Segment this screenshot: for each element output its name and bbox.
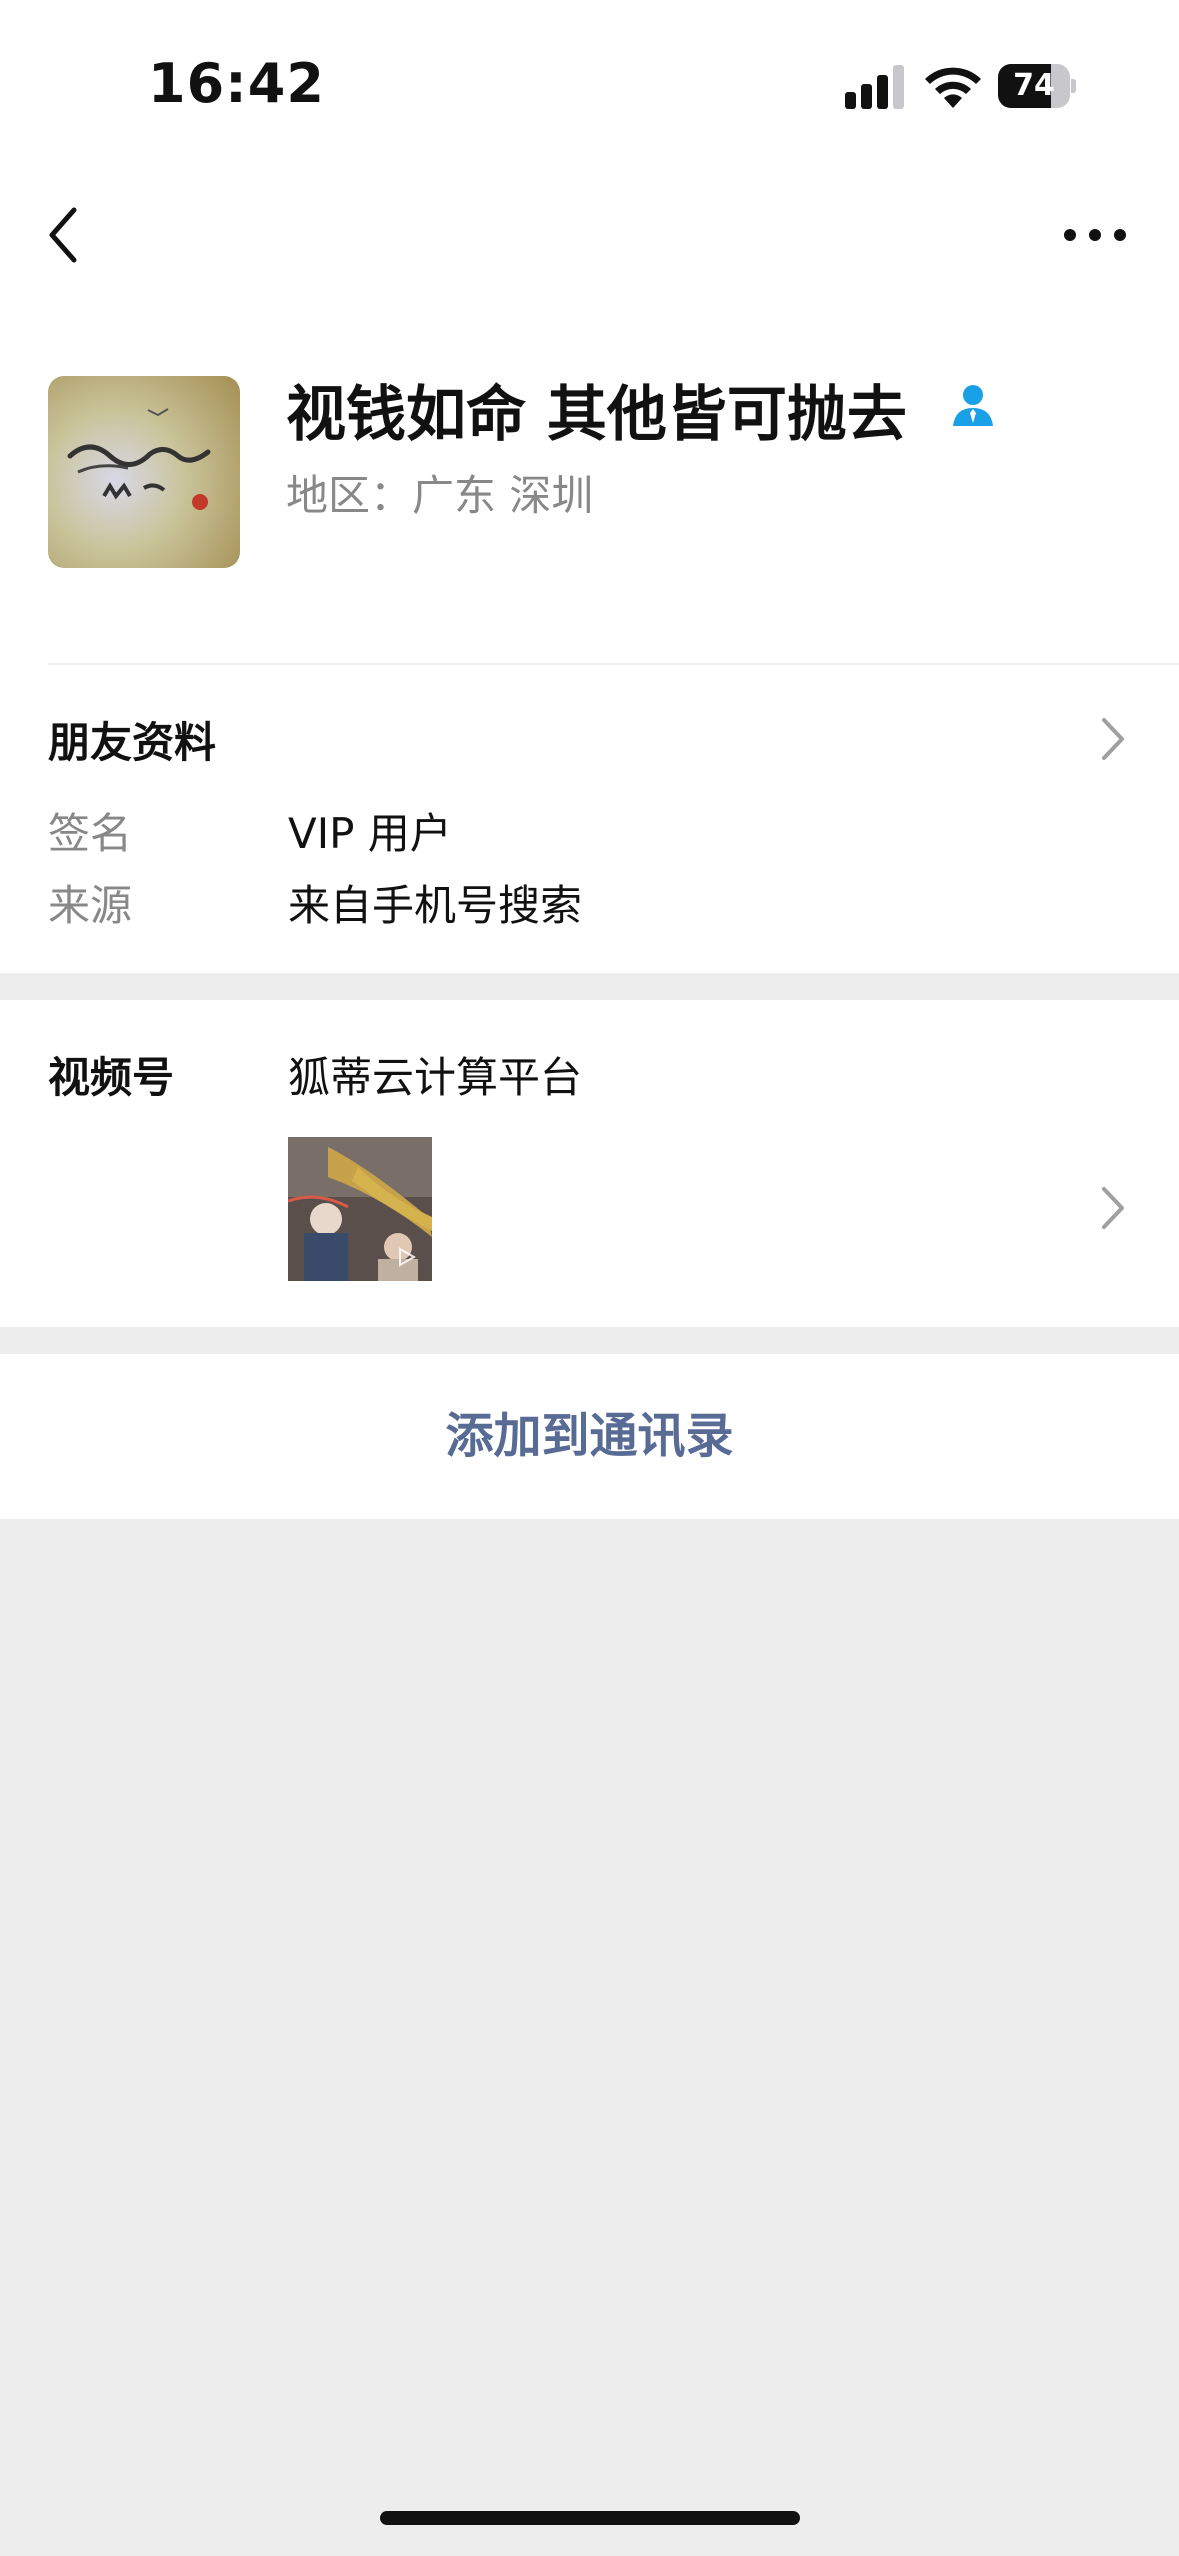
signature-label: 签名 (48, 809, 133, 858)
status-time: 16:42 (148, 52, 325, 115)
person-icon (953, 385, 993, 426)
channel-thumbnail[interactable] (288, 1137, 432, 1281)
cellular-signal-icon (845, 63, 907, 109)
nickname: 视钱如命 其他皆可抛去 (286, 380, 907, 450)
region: 地区：广东 深圳 (286, 471, 594, 520)
battery-icon: 74 (998, 64, 1076, 108)
profile-header: 视钱如命 其他皆可抛去 地区：广东 深圳 (0, 320, 1179, 665)
source-value: 来自手机号搜索 (288, 881, 583, 930)
chevron-right-icon (1102, 718, 1124, 760)
wifi-icon (925, 67, 981, 108)
play-icon (399, 1247, 417, 1267)
channels-label: 视频号 (48, 1053, 175, 1102)
action-section: 添加到通讯录 (0, 1354, 1179, 1519)
signature-value: VIP 用户 (288, 809, 452, 858)
source-label: 来源 (48, 881, 133, 930)
battery-percentage: 74 (1013, 68, 1055, 103)
channels-name: 狐蒂云计算平台 (288, 1053, 583, 1102)
friend-info-title: 朋友资料 (48, 718, 217, 767)
navigation-bar (0, 170, 1179, 320)
home-indicator[interactable] (380, 2511, 800, 2525)
more-options-button[interactable] (1060, 210, 1130, 260)
add-to-contacts-button[interactable]: 添加到通讯录 (0, 1354, 1179, 1519)
friend-info-section[interactable]: 朋友资料 签名 VIP 用户 来源 来自手机号搜索 (0, 665, 1179, 973)
chevron-right-icon (1102, 1187, 1124, 1229)
avatar[interactable] (48, 376, 240, 568)
status-bar: 16:42 74 (0, 0, 1179, 170)
back-button[interactable] (42, 200, 92, 270)
channels-section[interactable]: 视频号 狐蒂云计算平台 (0, 1000, 1179, 1327)
